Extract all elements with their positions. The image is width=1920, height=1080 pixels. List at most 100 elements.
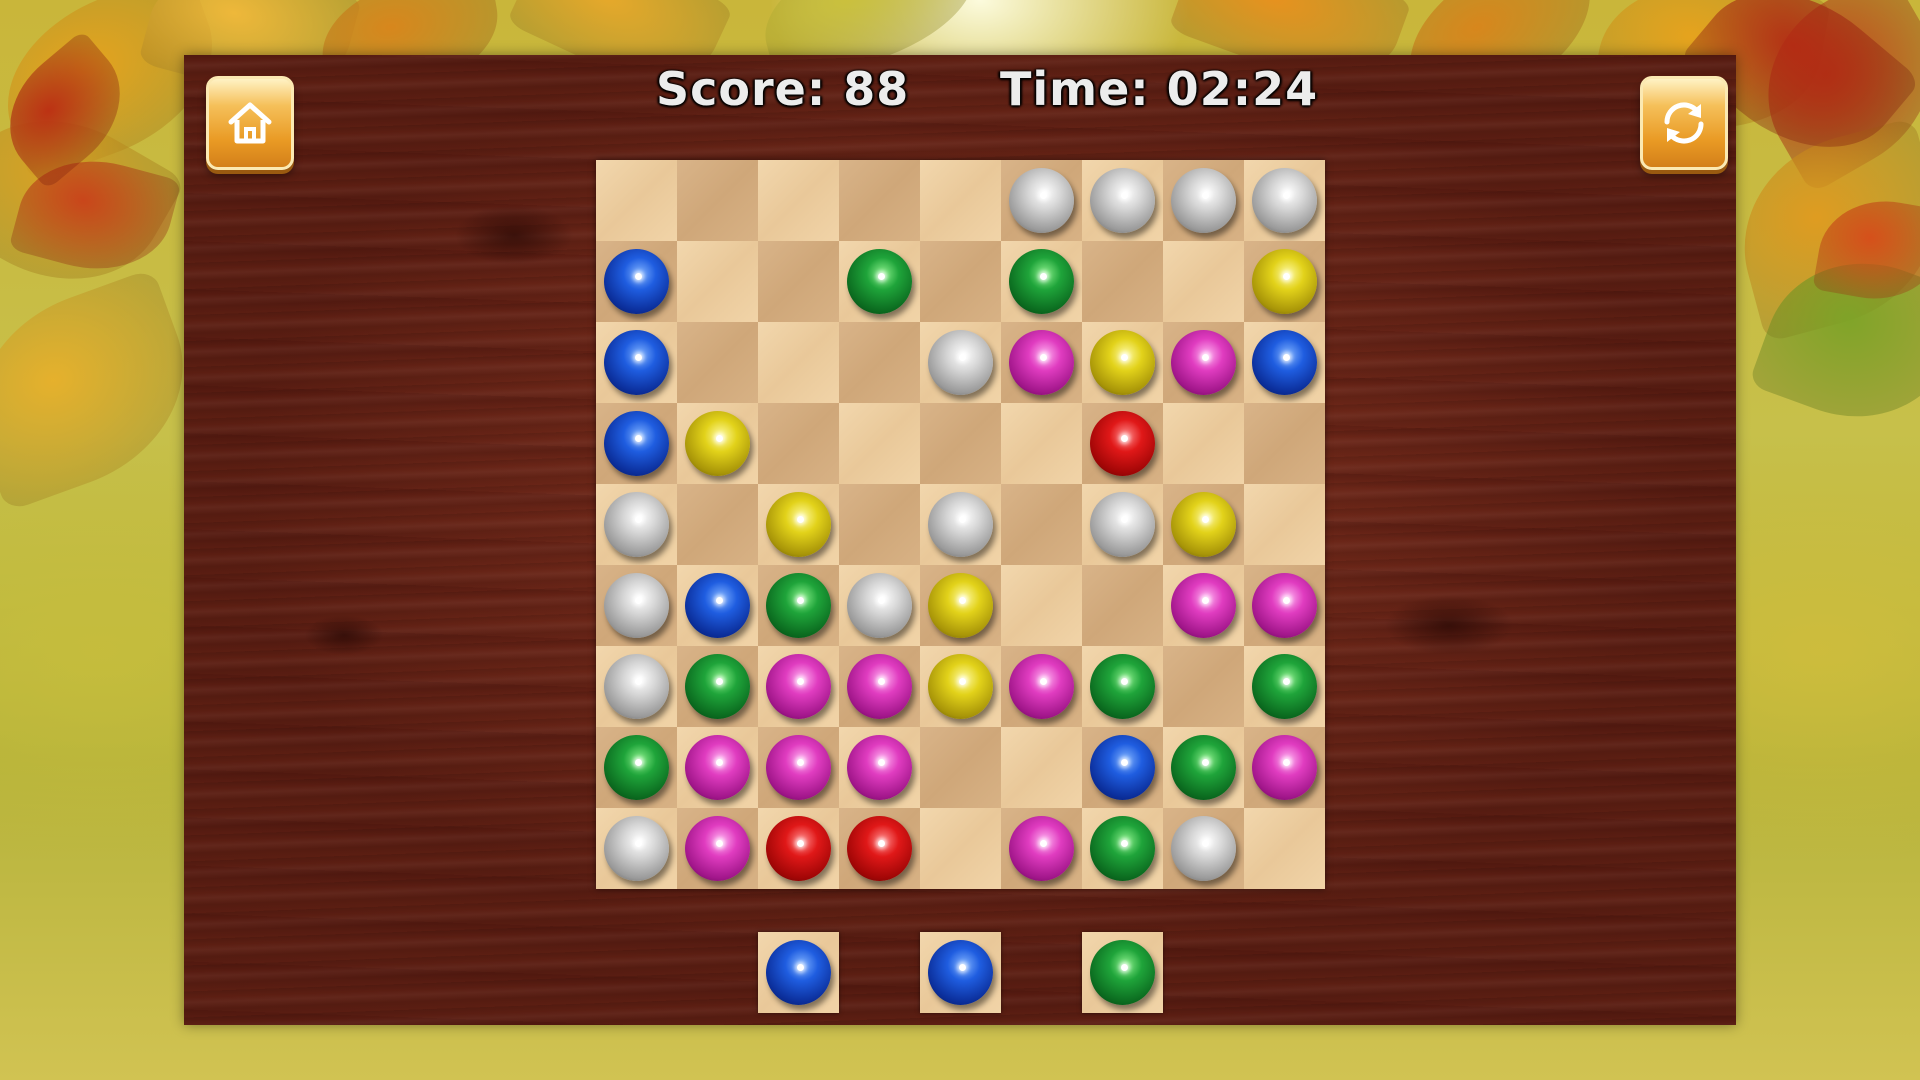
red-ball[interactable] (847, 816, 912, 881)
board-cell[interactable] (758, 241, 839, 322)
board-cell[interactable] (758, 160, 839, 241)
board-cell[interactable] (1244, 646, 1325, 727)
red-ball[interactable] (766, 816, 831, 881)
green-ball[interactable] (1090, 816, 1155, 881)
green-ball[interactable] (766, 573, 831, 638)
board-cell[interactable] (677, 403, 758, 484)
yellow-ball[interactable] (928, 573, 993, 638)
pink-ball[interactable] (685, 816, 750, 881)
board-cell[interactable] (920, 808, 1001, 889)
board-cell[interactable] (1082, 727, 1163, 808)
board-cell[interactable] (1001, 565, 1082, 646)
board-cell[interactable] (596, 160, 677, 241)
board-cell[interactable] (1244, 484, 1325, 565)
pink-ball[interactable] (1252, 573, 1317, 638)
board-cell[interactable] (1082, 241, 1163, 322)
board-cell[interactable] (677, 646, 758, 727)
pink-ball[interactable] (1252, 735, 1317, 800)
board-cell[interactable] (1082, 160, 1163, 241)
board-cell[interactable] (920, 322, 1001, 403)
green-ball[interactable] (1171, 735, 1236, 800)
board-cell[interactable] (1082, 565, 1163, 646)
blue-ball[interactable] (685, 573, 750, 638)
board-cell[interactable] (920, 727, 1001, 808)
green-ball[interactable] (847, 249, 912, 314)
red-ball[interactable] (1090, 411, 1155, 476)
board-cell[interactable] (1244, 403, 1325, 484)
silver-ball[interactable] (604, 573, 669, 638)
restart-button[interactable] (1640, 76, 1728, 170)
board-cell[interactable] (1244, 322, 1325, 403)
board-cell[interactable] (920, 646, 1001, 727)
board-cell[interactable] (758, 646, 839, 727)
board-cell[interactable] (758, 322, 839, 403)
board-cell[interactable] (1082, 484, 1163, 565)
pink-ball[interactable] (1171, 330, 1236, 395)
blue-ball[interactable] (1090, 735, 1155, 800)
board-cell[interactable] (839, 646, 920, 727)
board-cell[interactable] (839, 403, 920, 484)
pink-ball[interactable] (1009, 816, 1074, 881)
green-ball[interactable] (1252, 654, 1317, 719)
board-cell[interactable] (1163, 322, 1244, 403)
silver-ball[interactable] (1171, 168, 1236, 233)
board-cell[interactable] (596, 727, 677, 808)
board-cell[interactable] (677, 160, 758, 241)
board-cell[interactable] (1082, 808, 1163, 889)
board-cell[interactable] (839, 484, 920, 565)
board-cell[interactable] (677, 322, 758, 403)
pink-ball[interactable] (766, 654, 831, 719)
board-cell[interactable] (839, 241, 920, 322)
board-cell[interactable] (596, 403, 677, 484)
board-cell[interactable] (758, 484, 839, 565)
board-cell[interactable] (596, 565, 677, 646)
board-cell[interactable] (596, 484, 677, 565)
board-cell[interactable] (920, 403, 1001, 484)
board-cell[interactable] (1244, 160, 1325, 241)
board-cell[interactable] (920, 565, 1001, 646)
board-cell[interactable] (1001, 484, 1082, 565)
silver-ball[interactable] (1090, 492, 1155, 557)
board-cell[interactable] (1163, 403, 1244, 484)
board-cell[interactable] (839, 727, 920, 808)
board-cell[interactable] (677, 484, 758, 565)
board-cell[interactable] (1082, 403, 1163, 484)
yellow-ball[interactable] (1171, 492, 1236, 557)
pink-ball[interactable] (1009, 330, 1074, 395)
pink-ball[interactable] (1171, 573, 1236, 638)
blue-ball[interactable] (604, 330, 669, 395)
board-cell[interactable] (596, 808, 677, 889)
pink-ball[interactable] (847, 735, 912, 800)
green-ball[interactable] (1009, 249, 1074, 314)
board-cell[interactable] (1163, 484, 1244, 565)
board-cell[interactable] (1244, 808, 1325, 889)
green-ball[interactable] (685, 654, 750, 719)
board-cell[interactable] (1244, 565, 1325, 646)
board-cell[interactable] (920, 484, 1001, 565)
silver-ball[interactable] (1171, 816, 1236, 881)
board-cell[interactable] (758, 808, 839, 889)
board-cell[interactable] (1001, 241, 1082, 322)
board-cell[interactable] (1001, 808, 1082, 889)
yellow-ball[interactable] (928, 654, 993, 719)
board-cell[interactable] (1163, 565, 1244, 646)
silver-ball[interactable] (1009, 168, 1074, 233)
board-cell[interactable] (1163, 727, 1244, 808)
board-cell[interactable] (758, 565, 839, 646)
pink-ball[interactable] (1009, 654, 1074, 719)
board-cell[interactable] (677, 565, 758, 646)
silver-ball[interactable] (928, 492, 993, 557)
green-ball[interactable] (604, 735, 669, 800)
board-cell[interactable] (1001, 646, 1082, 727)
board-cell[interactable] (1001, 727, 1082, 808)
silver-ball[interactable] (1252, 168, 1317, 233)
silver-ball[interactable] (604, 654, 669, 719)
blue-ball[interactable] (1252, 330, 1317, 395)
silver-ball[interactable] (928, 330, 993, 395)
pink-ball[interactable] (685, 735, 750, 800)
board-cell[interactable] (1082, 646, 1163, 727)
board-cell[interactable] (1163, 241, 1244, 322)
silver-ball[interactable] (604, 492, 669, 557)
board-cell[interactable] (1082, 322, 1163, 403)
board-cell[interactable] (596, 646, 677, 727)
